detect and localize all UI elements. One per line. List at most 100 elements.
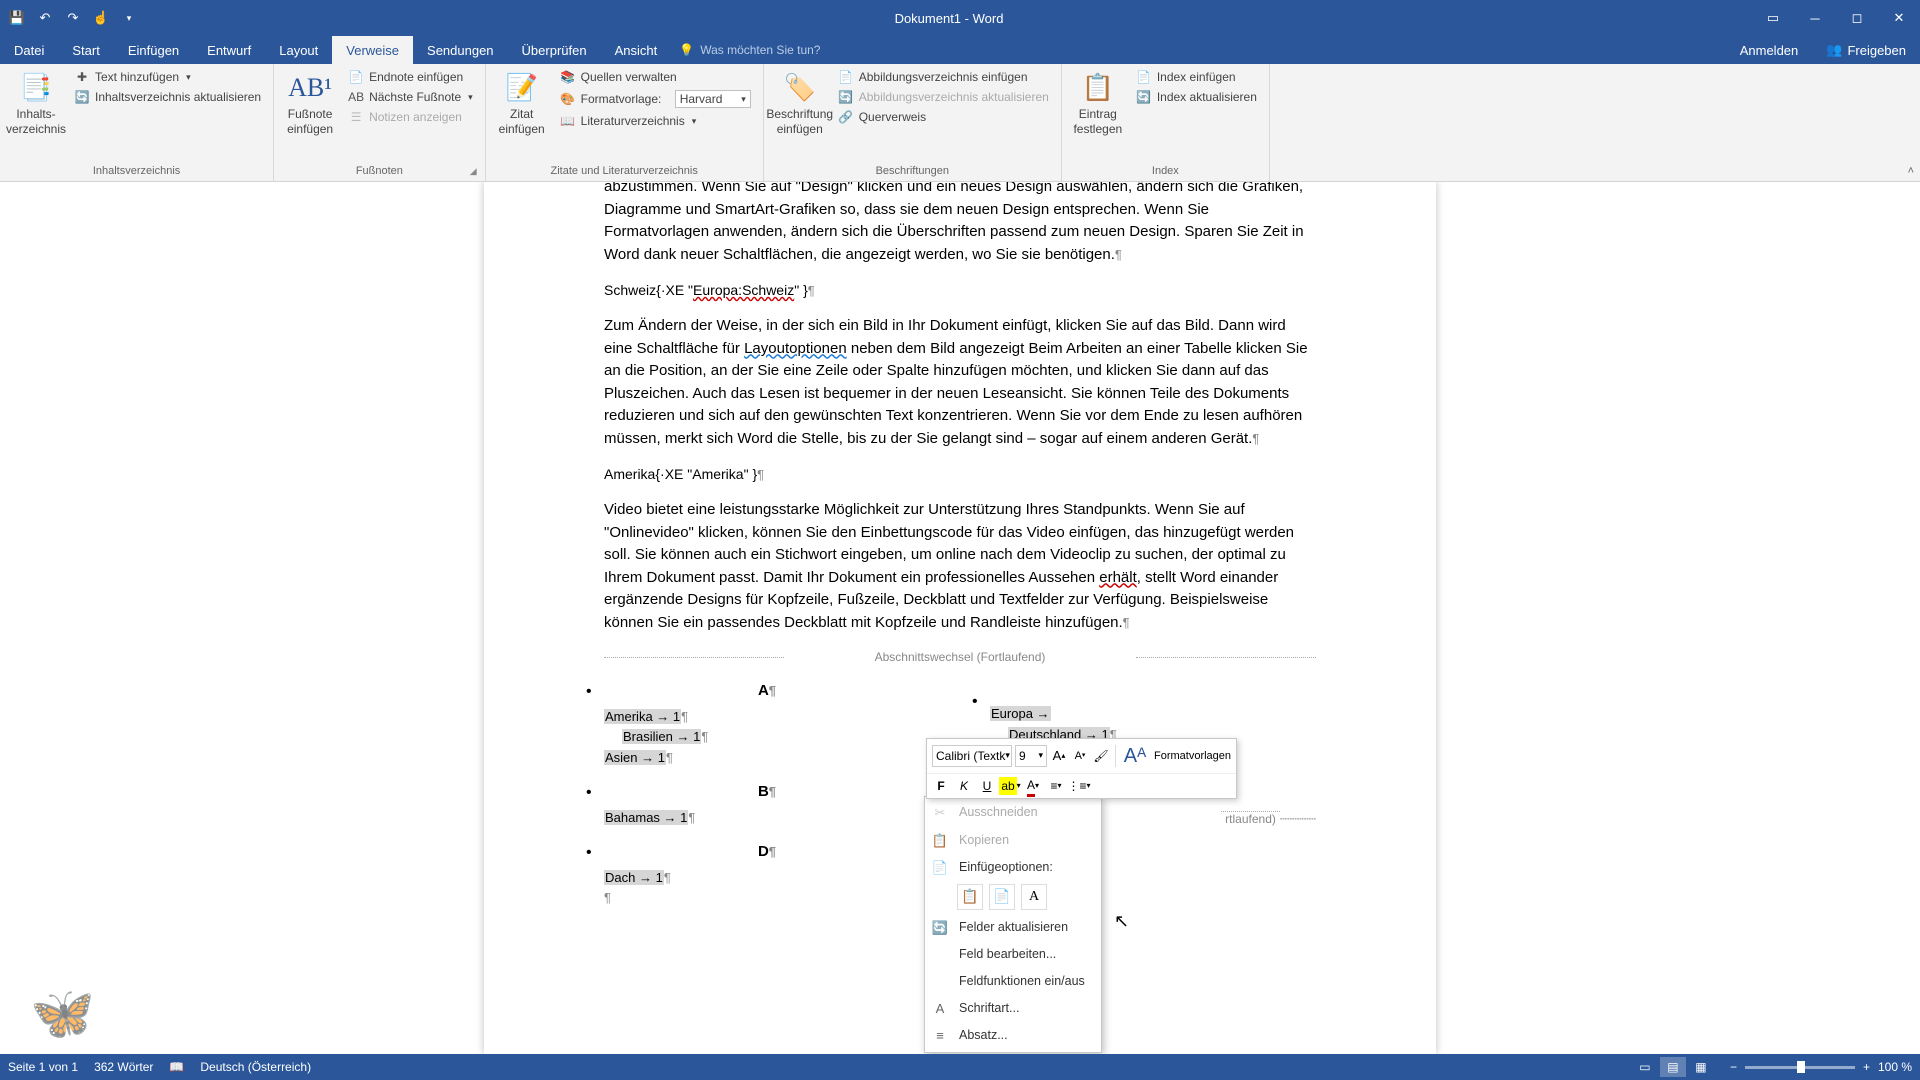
paragraph[interactable]: Video bietet eine leistungsstarke Möglic… xyxy=(604,499,1316,634)
mark-entry-button[interactable]: 📋 Eintrag festlegen xyxy=(1070,68,1126,136)
minimize-button[interactable]: ─ xyxy=(1794,0,1836,36)
ctx-edit-field[interactable]: Feld bearbeiten... xyxy=(925,941,1101,968)
next-footnote-button[interactable]: ABNächste Fußnote▾ xyxy=(344,88,477,106)
highlight-icon[interactable]: ab▾ xyxy=(1001,777,1019,795)
ctx-toggle-field-codes[interactable]: Feldfunktionen ein/aus xyxy=(925,968,1101,995)
mini-toolbar: Calibri (Textk▾ 9▾ A▴ A▾ 🖌 Aᴬ Formatvorl… xyxy=(926,738,1237,799)
insert-footnote-button[interactable]: AB¹ Fußnote einfügen xyxy=(282,68,338,136)
update-fields-icon: 🔄 xyxy=(931,918,949,938)
zoom-in-button[interactable]: + xyxy=(1863,1060,1870,1074)
zoom-slider-thumb[interactable] xyxy=(1797,1061,1805,1073)
bold-icon[interactable]: F xyxy=(932,777,950,795)
zoom-level[interactable]: 100 % xyxy=(1878,1060,1912,1074)
ctx-copy: 📋Kopieren xyxy=(925,827,1101,855)
numbering-icon[interactable]: ⋮≡▾ xyxy=(1070,777,1088,795)
paragraph[interactable]: abzustimmen. Wenn Sie auf "Design" klick… xyxy=(604,182,1316,266)
collapse-ribbon-button[interactable]: ˄ xyxy=(1908,165,1914,177)
tab-review[interactable]: Überprüfen xyxy=(508,36,601,64)
font-color-icon[interactable]: A▾ xyxy=(1024,777,1042,795)
ctx-paragraph[interactable]: ≡Absatz... xyxy=(925,1022,1101,1050)
document-canvas[interactable]: abzustimmen. Wenn Sie auf "Design" klick… xyxy=(0,182,1920,1054)
paragraph[interactable]: Zum Ändern der Weise, in der sich ein Bi… xyxy=(604,315,1316,450)
touch-mode-icon[interactable]: ☝ xyxy=(90,7,112,29)
mini-size-dropdown[interactable]: 9▾ xyxy=(1015,745,1047,767)
lightbulb-icon: 💡 xyxy=(679,43,694,57)
grow-font-icon[interactable]: A▴ xyxy=(1050,747,1068,765)
insert-index-icon: 📄 xyxy=(1136,70,1152,84)
group-label-toc: Inhaltsverzeichnis xyxy=(8,163,265,179)
tell-me-search[interactable]: 💡Was möchten Sie tun? xyxy=(671,36,828,64)
citation-icon: 📝 xyxy=(505,72,537,103)
close-button[interactable]: ✕ xyxy=(1878,0,1920,36)
update-figures-button: 🔄Abbildungsverzeichnis aktualisieren xyxy=(834,88,1053,106)
mini-styles-label[interactable]: Formatvorlagen xyxy=(1154,748,1231,765)
status-word-count[interactable]: 362 Wörter xyxy=(94,1060,153,1074)
table-of-contents-button[interactable]: 📑 Inhalts- verzeichnis xyxy=(8,68,64,136)
update-toc-button[interactable]: 🔄Inhaltsverzeichnis aktualisieren xyxy=(70,88,265,106)
status-proofing-icon[interactable]: 📖 xyxy=(169,1060,184,1074)
sign-in-link[interactable]: Anmelden xyxy=(1726,36,1813,64)
ctx-font[interactable]: ASchriftart... xyxy=(925,995,1101,1023)
underline-icon[interactable]: U xyxy=(978,777,996,795)
tab-layout[interactable]: Layout xyxy=(265,36,332,64)
save-icon[interactable]: 💾 xyxy=(6,7,28,29)
tab-mailings[interactable]: Sendungen xyxy=(413,36,508,64)
tab-home[interactable]: Start xyxy=(58,36,113,64)
manage-sources-button[interactable]: 📚Quellen verwalten xyxy=(556,68,755,86)
shrink-font-icon[interactable]: A▾ xyxy=(1071,747,1089,765)
italic-icon[interactable]: K xyxy=(955,777,973,795)
view-web-layout[interactable]: ▦ xyxy=(1688,1057,1714,1077)
tab-view[interactable]: Ansicht xyxy=(601,36,672,64)
status-page[interactable]: Seite 1 von 1 xyxy=(8,1060,78,1074)
bullets-icon[interactable]: ≡▾ xyxy=(1047,777,1065,795)
zoom-slider[interactable] xyxy=(1745,1066,1855,1069)
ribbon-options-icon[interactable]: ▭ xyxy=(1752,0,1794,36)
zoom-out-button[interactable]: − xyxy=(1730,1060,1737,1074)
paste-text-only[interactable]: A xyxy=(1021,884,1047,910)
tab-file[interactable]: Datei xyxy=(0,36,58,64)
share-icon: 👥 xyxy=(1826,42,1842,58)
view-print-layout[interactable]: ▤ xyxy=(1660,1057,1686,1077)
insert-endnote-button[interactable]: 📄Endnote einfügen xyxy=(344,68,477,86)
index-column-left[interactable]: •A Amerika → 1 Brasilien → 1 Asien → 1 •… xyxy=(604,680,930,909)
tab-design[interactable]: Entwurf xyxy=(193,36,265,64)
footnotes-launcher-icon[interactable]: ◢ xyxy=(470,166,477,177)
manage-sources-icon: 📚 xyxy=(560,70,576,84)
view-read-mode[interactable]: ▭ xyxy=(1632,1057,1658,1077)
group-label-citations: Zitate und Literaturverzeichnis xyxy=(494,163,755,179)
tab-references[interactable]: Verweise xyxy=(332,36,413,64)
format-painter-icon[interactable]: 🖌 xyxy=(1092,747,1110,765)
endnote-icon: 📄 xyxy=(348,70,364,84)
redo-icon[interactable]: ↷ xyxy=(62,7,84,29)
bibliography-button[interactable]: 📖Literaturverzeichnis▾ xyxy=(556,112,755,130)
group-label-footnotes: Fußnoten◢ xyxy=(282,163,477,179)
crossref-icon: 🔗 xyxy=(838,110,854,124)
context-menu: ✂Ausschneiden 📋Kopieren 📄Einfügeoptionen… xyxy=(924,796,1102,1053)
cross-reference-button[interactable]: 🔗Querverweis xyxy=(834,108,1053,126)
share-button[interactable]: 👥Freigeben xyxy=(1812,36,1920,64)
paste-merge-formatting[interactable]: 📄 xyxy=(989,884,1015,910)
undo-icon[interactable]: ↶ xyxy=(34,7,56,29)
cut-icon: ✂ xyxy=(931,803,949,823)
qat-customize-icon[interactable]: ▾ xyxy=(118,7,140,29)
status-language[interactable]: Deutsch (Österreich) xyxy=(200,1060,311,1074)
paste-keep-formatting[interactable]: 📋 xyxy=(957,884,983,910)
styles-icon[interactable]: Aᴬ xyxy=(1121,742,1149,770)
xe-field-schweiz[interactable]: Schweiz{·XE "Europa:Schweiz" } xyxy=(604,280,1316,301)
update-index-icon: 🔄 xyxy=(1136,90,1152,104)
insert-caption-button[interactable]: 🏷️ Beschriftung einfügen xyxy=(772,68,828,136)
update-index-button[interactable]: 🔄Index aktualisieren xyxy=(1132,88,1261,106)
tab-insert[interactable]: Einfügen xyxy=(114,36,193,64)
insert-index-button[interactable]: 📄Index einfügen xyxy=(1132,68,1261,86)
maximize-button[interactable]: ◻ xyxy=(1836,0,1878,36)
citation-style-dropdown[interactable]: 🎨Formatvorlage: Harvard▾ xyxy=(556,88,755,110)
footnote-icon: AB¹ xyxy=(288,72,332,103)
mini-font-dropdown[interactable]: Calibri (Textk▾ xyxy=(932,745,1012,767)
add-text-button[interactable]: ✚Text hinzufügen▾ xyxy=(70,68,265,86)
add-text-icon: ✚ xyxy=(74,70,90,84)
show-notes-icon: ☰ xyxy=(348,110,364,124)
xe-field-amerika[interactable]: Amerika{·XE "Amerika" } xyxy=(604,464,1316,485)
insert-figures-button[interactable]: 📄Abbildungsverzeichnis einfügen xyxy=(834,68,1053,86)
insert-citation-button[interactable]: 📝 Zitat einfügen xyxy=(494,68,550,136)
ctx-update-fields[interactable]: 🔄Felder aktualisieren xyxy=(925,914,1101,942)
